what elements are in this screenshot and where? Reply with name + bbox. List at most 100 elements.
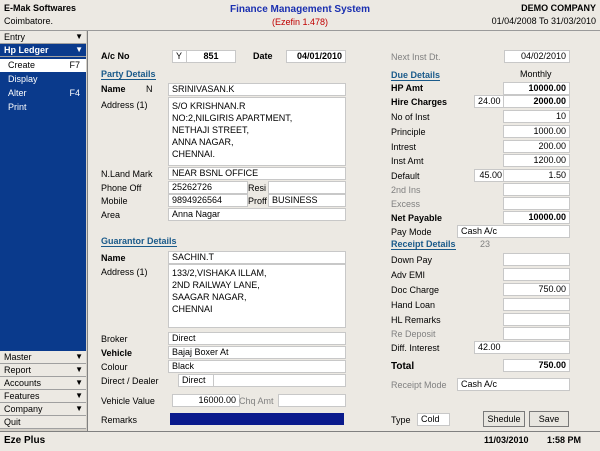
total-field[interactable]: 750.00 — [503, 359, 570, 372]
menu-entry[interactable]: Entry ▼ — [0, 31, 86, 44]
name-field[interactable]: SRINIVASAN.K — [168, 83, 346, 96]
chq-amt-field[interactable] — [278, 394, 346, 407]
acno-field[interactable]: 851 — [186, 50, 236, 63]
broker-field[interactable]: Direct — [168, 332, 346, 345]
submenu-display[interactable]: Display — [0, 73, 86, 86]
second-ins-label: 2nd Ins — [391, 185, 421, 195]
guarantor-name-field[interactable]: SACHIN.T — [168, 251, 346, 264]
no-of-inst-field[interactable]: 10 — [503, 110, 570, 123]
guarantor-address-field[interactable]: 133/2,VISHAKA ILLAM, 2ND RAILWAY LANE, S… — [168, 264, 346, 328]
inst-amt-field[interactable]: 1200.00 — [503, 154, 570, 167]
dealer-name-field[interactable] — [213, 374, 346, 387]
menu-quit[interactable]: Quit — [0, 416, 86, 429]
phone-label: Phone Off — [101, 183, 142, 193]
menu-company[interactable]: Company ▼ — [0, 403, 86, 416]
hp-amt-label: HP Amt — [391, 83, 424, 93]
colour-label: Colour — [101, 362, 128, 372]
submenu-create-label: Create — [8, 60, 36, 70]
guarantor-name-label: Name — [101, 253, 126, 263]
colour-field[interactable]: Black — [168, 360, 346, 373]
chq-amt-label: Chq Amt — [239, 396, 274, 406]
shedule-button[interactable]: Shedule — [483, 411, 525, 427]
default-rate-field[interactable]: 45.00 — [474, 169, 506, 182]
submenu-print[interactable]: Print — [0, 101, 86, 114]
vehicle-field[interactable]: Bajaj Boxer At — [168, 346, 346, 359]
next-inst-label: Next Inst Dt. — [391, 52, 441, 62]
submenu-create-key: F7 — [69, 60, 80, 70]
excess-field[interactable] — [503, 197, 570, 210]
hp-amt-field[interactable]: 10000.00 — [503, 82, 570, 95]
doc-charge-label: Doc Charge — [391, 285, 440, 295]
area-field[interactable]: Anna Nagar — [168, 208, 346, 221]
proff-label: Proff — [248, 196, 267, 206]
receipt-mode-field[interactable]: Cash A/c — [457, 378, 570, 391]
landmark-field[interactable]: NEAR BSNL OFFICE — [168, 167, 346, 180]
status-bar: Eze Plus 11/03/2010 1:58 PM — [0, 431, 600, 451]
pay-mode-field[interactable]: Cash A/c — [457, 225, 570, 238]
address-line: NO:2,NILGIRIS APARTMENT, — [172, 113, 293, 123]
receipt-count: 23 — [480, 239, 491, 249]
menu-hp-ledger-label: Hp Ledger — [4, 45, 49, 55]
mobile-label: Mobile — [101, 196, 128, 206]
menu-report[interactable]: Report ▼ — [0, 364, 86, 377]
re-deposit-field[interactable] — [503, 327, 570, 340]
net-payable-label: Net Payable — [391, 213, 443, 223]
address-field[interactable]: S/O KRISHNAN.R NO:2,NILGIRIS APARTMENT, … — [168, 97, 346, 166]
menu-master[interactable]: Master ▼ — [0, 351, 86, 364]
party-details-heading: Party Details — [101, 69, 156, 80]
hire-charges-label: Hire Charges — [391, 97, 448, 107]
hl-remarks-label: HL Remarks — [391, 315, 441, 325]
status-time: 1:58 PM — [547, 435, 582, 445]
next-inst-field[interactable]: 04/02/2010 — [504, 50, 570, 63]
net-payable-field[interactable]: 10000.00 — [503, 211, 570, 224]
menu-report-label: Report — [4, 365, 32, 375]
proff-field[interactable]: BUSINESS — [268, 194, 346, 207]
diff-interest-field[interactable]: 42.00 — [474, 341, 570, 354]
chevron-down-icon: ▼ — [75, 378, 83, 387]
remarks-field[interactable] — [170, 413, 344, 425]
submenu-alter[interactable]: Alter F4 — [0, 87, 86, 100]
hire-rate-field[interactable]: 24.00 — [474, 95, 504, 108]
date-field[interactable]: 04/01/2010 — [286, 50, 346, 63]
down-pay-field[interactable] — [503, 253, 570, 266]
intrest-label: Intrest — [391, 142, 417, 152]
adv-emi-field[interactable] — [503, 268, 570, 281]
phone-field[interactable]: 25262726 — [168, 181, 248, 194]
resi-field[interactable] — [268, 181, 346, 194]
chevron-down-icon: ▼ — [75, 365, 83, 374]
menu-features[interactable]: Features ▼ — [0, 390, 86, 403]
menu-quit-label: Quit — [4, 417, 21, 427]
mobile-field[interactable]: 9894926564 — [168, 194, 248, 207]
status-date: 11/03/2010 — [484, 435, 529, 445]
hand-loan-field[interactable] — [503, 298, 570, 311]
menu-accounts[interactable]: Accounts ▼ — [0, 377, 86, 390]
chevron-down-icon: ▼ — [75, 404, 83, 413]
vehicle-label: Vehicle — [101, 348, 133, 358]
total-label: Total — [391, 361, 415, 372]
receipt-mode-label: Receipt Mode — [391, 380, 447, 390]
address-label: Address (1) — [101, 100, 148, 110]
hire-charges-field[interactable]: 2000.00 — [503, 95, 570, 108]
chevron-down-icon: ▼ — [75, 352, 83, 361]
submenu-create[interactable]: Create F7 — [0, 59, 86, 72]
no-of-inst-label: No of Inst — [391, 112, 430, 122]
doc-charge-field[interactable]: 750.00 — [503, 283, 570, 296]
name-label: Name — [101, 84, 126, 94]
company-name: DEMO COMPANY — [521, 3, 596, 13]
type-field[interactable]: Cold — [417, 413, 450, 426]
save-button[interactable]: Save — [529, 411, 569, 427]
hl-remarks-field[interactable] — [503, 313, 570, 326]
menu-hp-ledger[interactable]: Hp Ledger ▼ — [0, 44, 86, 57]
guarantor-address-label: Address (1) — [101, 267, 148, 277]
default-field[interactable]: 1.50 — [503, 169, 570, 182]
dealer-field[interactable]: Direct — [178, 374, 214, 387]
principle-field[interactable]: 1000.00 — [503, 125, 570, 138]
intrest-field[interactable]: 200.00 — [503, 140, 570, 153]
resi-label: Resi — [248, 183, 267, 193]
due-details-heading: Due Details — [391, 70, 441, 81]
submenu-alter-label: Alter — [8, 88, 27, 98]
inst-amt-label: Inst Amt — [391, 156, 424, 166]
vehicle-value-field[interactable]: 16000.00 — [172, 394, 240, 407]
second-ins-field[interactable] — [503, 183, 570, 196]
dealer-label: Direct / Dealer — [101, 376, 159, 386]
